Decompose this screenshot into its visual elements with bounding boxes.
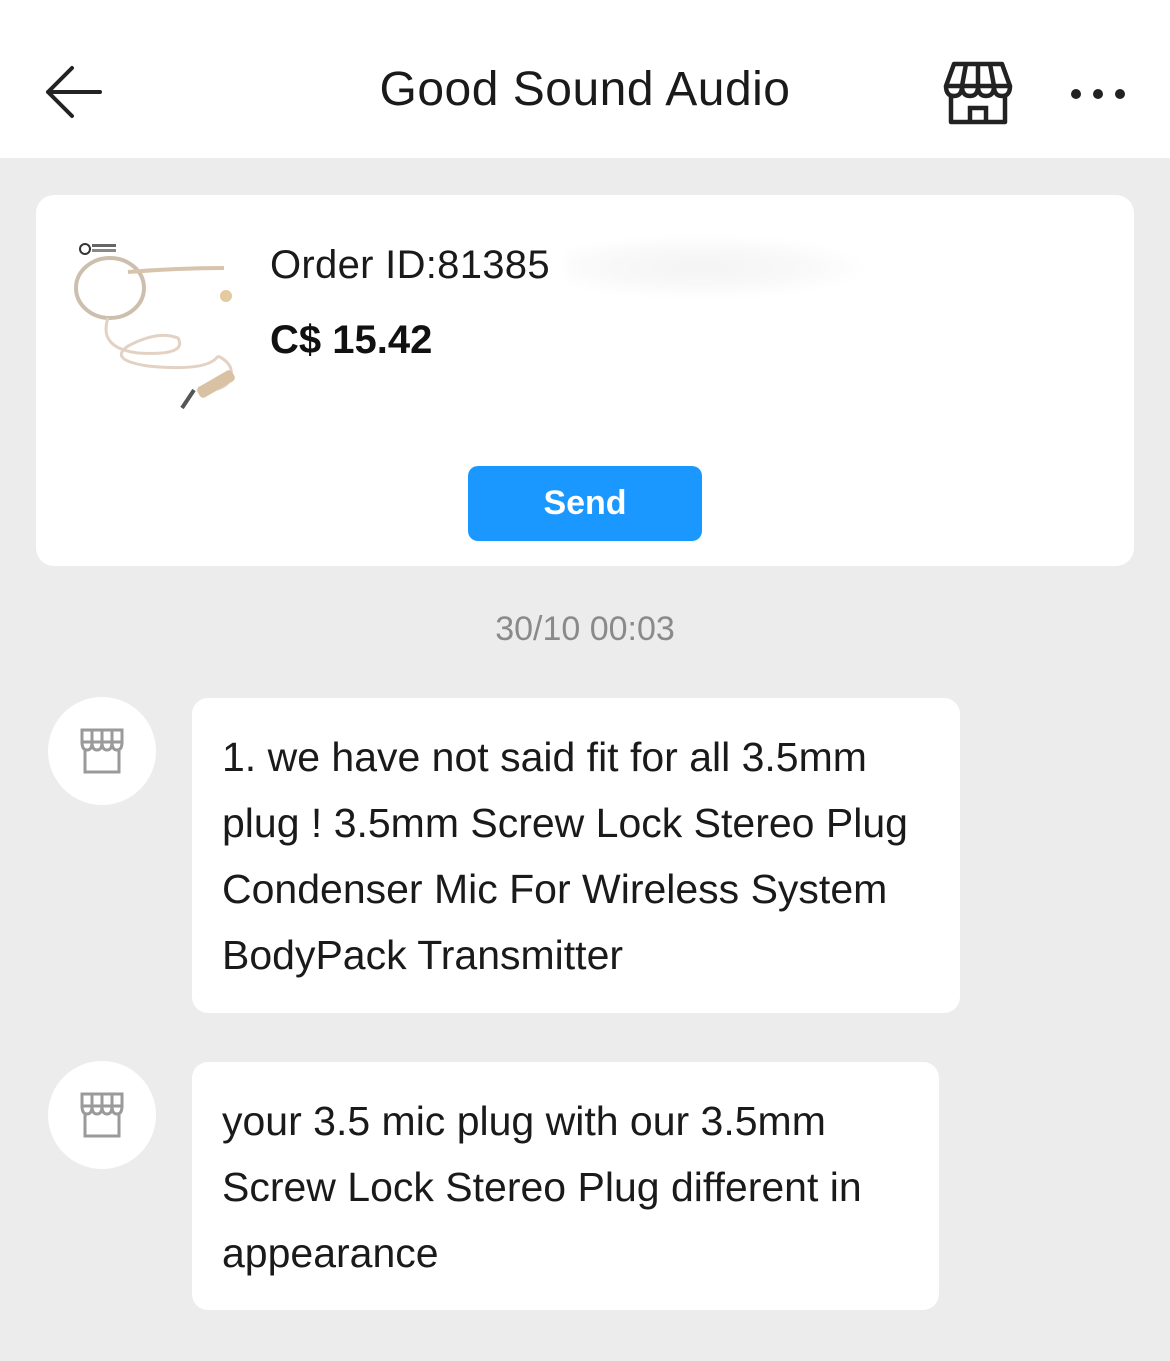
headset-microphone-image [74, 243, 235, 410]
seller-avatar[interactable] [48, 697, 156, 805]
message-bubble: 1. we have not said fit for all 3.5mm pl… [192, 698, 960, 1013]
order-id: Order ID:81385 [270, 243, 550, 287]
storefront-icon [943, 61, 1013, 125]
storefront-icon [80, 1092, 124, 1138]
message-bubble: your 3.5 mic plug with our 3.5mm Screw L… [192, 1062, 939, 1310]
order-price: C$ 15.42 [270, 318, 433, 362]
more-options-button[interactable] [1066, 74, 1130, 114]
seller-avatar[interactable] [48, 1061, 156, 1169]
chat-header: Good Sound Audio [0, 0, 1170, 158]
storefront-icon [80, 728, 124, 774]
send-button[interactable]: Send [468, 466, 702, 541]
redacted-blur [566, 236, 866, 298]
more-horizontal-icon [1071, 89, 1125, 99]
message-timestamp: 30/10 00:03 [495, 610, 675, 648]
product-image[interactable] [68, 238, 252, 418]
store-button[interactable] [940, 58, 1016, 128]
